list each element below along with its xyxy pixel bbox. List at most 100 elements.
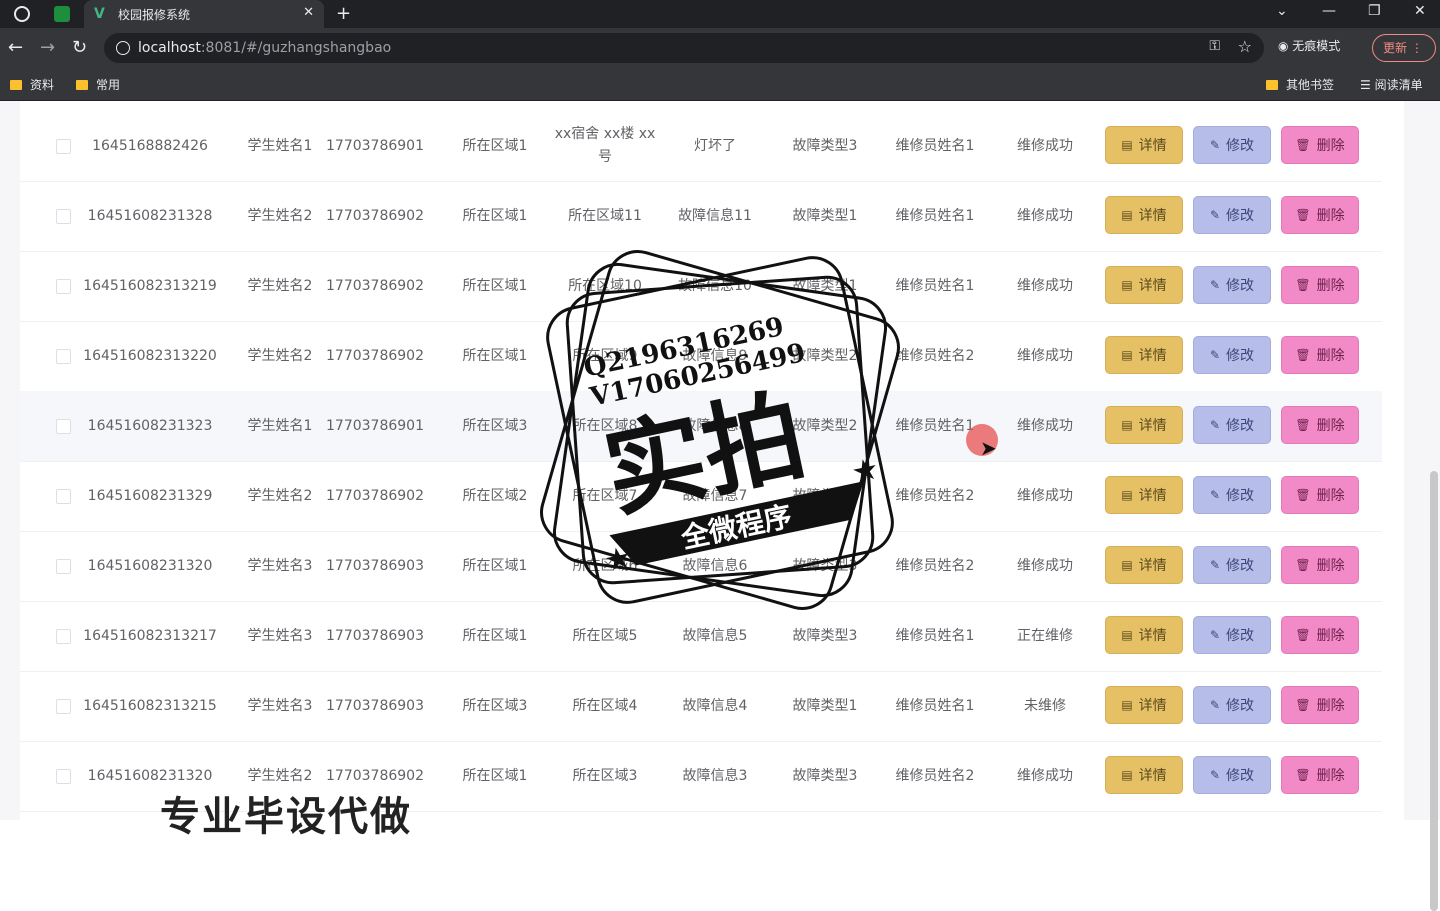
delete-button[interactable]: 🗑 删除: [1281, 266, 1359, 304]
reading-list-icon: ☰: [1360, 78, 1375, 92]
address-bar[interactable]: localhost:8081/#/guzhangshangbao ⚿ ☆: [104, 33, 1264, 63]
edit-button[interactable]: ✎ 修改: [1193, 616, 1271, 654]
edit-button[interactable]: ✎ 修改: [1193, 546, 1271, 584]
delete-button-label: 删除: [1316, 138, 1345, 154]
edit-button[interactable]: ✎ 修改: [1193, 476, 1271, 514]
key-icon[interactable]: ⚿: [1209, 38, 1220, 54]
bookmark-folder[interactable]: 资料: [10, 76, 54, 93]
vue-icon: V: [94, 6, 105, 22]
forward-icon[interactable]: →: [40, 37, 55, 58]
promo-banner: 专业毕设代做: [160, 794, 412, 840]
cell-phone: 17703786903: [326, 557, 424, 574]
trash-icon: 🗑: [1295, 768, 1311, 782]
trash-icon: 🗑: [1295, 698, 1311, 712]
star-icon[interactable]: ☆: [1238, 37, 1252, 56]
row-checkbox[interactable]: [56, 279, 71, 294]
cell-phone: 17703786903: [326, 627, 424, 644]
row-checkbox[interactable]: [56, 559, 71, 574]
delete-button[interactable]: 🗑 删除: [1281, 546, 1359, 584]
cell-fault: 故障信息4: [682, 697, 748, 714]
detail-button[interactable]: ▤ 详情: [1105, 546, 1183, 584]
row-checkbox[interactable]: [56, 629, 71, 644]
detail-button-label: 详情: [1138, 628, 1167, 644]
detail-button[interactable]: ▤ 详情: [1105, 756, 1183, 794]
delete-button[interactable]: 🗑 删除: [1281, 406, 1359, 444]
row-checkbox[interactable]: [56, 349, 71, 364]
row-checkbox[interactable]: [56, 699, 71, 714]
sheets-tab-icon[interactable]: [54, 6, 70, 22]
row-checkbox[interactable]: [56, 419, 71, 434]
detail-button[interactable]: ▤ 详情: [1105, 406, 1183, 444]
cell-name: 学生姓名1: [247, 137, 313, 154]
edit-button-label: 修改: [1226, 698, 1255, 714]
edit-button[interactable]: ✎ 修改: [1193, 756, 1271, 794]
detail-button[interactable]: ▤ 详情: [1105, 196, 1183, 234]
row-checkbox[interactable]: [56, 489, 71, 504]
delete-button-label: 删除: [1316, 628, 1345, 644]
detail-button[interactable]: ▤ 详情: [1105, 266, 1183, 304]
site-info-icon[interactable]: [116, 41, 130, 55]
cell-type: 故障类型3: [792, 137, 858, 154]
delete-button[interactable]: 🗑 删除: [1281, 196, 1359, 234]
cell-id: 164516082313217: [83, 627, 217, 644]
cell-fault: 灯坏了: [694, 137, 736, 154]
document-icon: ▤: [1121, 488, 1133, 502]
new-tab-icon[interactable]: +: [336, 3, 351, 24]
detail-button[interactable]: ▤ 详情: [1105, 616, 1183, 654]
edit-button[interactable]: ✎ 修改: [1193, 196, 1271, 234]
document-icon: ▤: [1121, 418, 1133, 432]
cell-status: 正在维修: [1017, 627, 1073, 644]
bookmarks-bar: 资料 常用 其他书签 ☰ 阅读清单: [0, 68, 1440, 101]
restore-icon[interactable]: ❐: [1368, 3, 1381, 19]
edit-button[interactable]: ✎ 修改: [1193, 686, 1271, 724]
cell-name: 学生姓名2: [247, 277, 313, 294]
incognito-indicator[interactable]: ◉ 无痕模式: [1278, 37, 1340, 54]
tab-search-icon[interactable]: ⌄: [1276, 3, 1288, 19]
delete-button[interactable]: 🗑 删除: [1281, 616, 1359, 654]
detail-button[interactable]: ▤ 详情: [1105, 336, 1183, 374]
row-checkbox[interactable]: [56, 209, 71, 224]
detail-button-label: 详情: [1138, 698, 1167, 714]
edit-button-label: 修改: [1226, 768, 1255, 784]
edit-button[interactable]: ✎ 修改: [1193, 266, 1271, 304]
delete-button[interactable]: 🗑 删除: [1281, 756, 1359, 794]
active-tab[interactable]: V 校园报修系统 ✕: [84, 0, 324, 28]
cell-id: 16451608231329: [87, 487, 213, 504]
update-button[interactable]: 更新 ⋮: [1372, 34, 1436, 62]
back-icon[interactable]: ←: [8, 37, 23, 58]
globe-icon[interactable]: [14, 6, 30, 22]
reading-list[interactable]: ☰ 阅读清单: [1360, 76, 1423, 93]
table-row[interactable]: 1645168882426 学生姓名1 17703786901 所在区域1 xx宿舍 x…: [20, 111, 1382, 182]
cell-id: 16451608231320: [87, 557, 213, 574]
other-bookmarks[interactable]: 其他书签: [1266, 76, 1334, 93]
scrollbar[interactable]: [1430, 471, 1438, 911]
table-row[interactable]: 164516082313215 学生姓名3 17703786903 所在区域3 所在区域…: [20, 671, 1382, 742]
detail-button[interactable]: ▤ 详情: [1105, 686, 1183, 724]
row-checkbox[interactable]: [56, 769, 71, 784]
delete-button-label: 删除: [1316, 768, 1345, 784]
document-icon: ▤: [1121, 208, 1133, 222]
reload-icon[interactable]: ↻: [72, 37, 87, 58]
minimize-icon[interactable]: —: [1322, 3, 1336, 19]
cell-phone: 17703786901: [326, 417, 424, 434]
folder-icon: [76, 80, 88, 90]
delete-button[interactable]: 🗑 删除: [1281, 336, 1359, 374]
detail-button[interactable]: ▤ 详情: [1105, 476, 1183, 514]
edit-button[interactable]: ✎ 修改: [1193, 406, 1271, 444]
row-checkbox[interactable]: [56, 139, 71, 154]
close-tab-icon[interactable]: ✕: [303, 5, 314, 20]
url-text: localhost:8081/#/guzhangshangbao: [138, 40, 392, 56]
delete-button[interactable]: 🗑 删除: [1281, 686, 1359, 724]
delete-button[interactable]: 🗑 删除: [1281, 476, 1359, 514]
incognito-icon: ◉: [1278, 39, 1293, 53]
edit-icon: ✎: [1209, 208, 1221, 222]
close-window-icon[interactable]: ✕: [1414, 3, 1426, 19]
edit-button[interactable]: ✎ 修改: [1193, 336, 1271, 374]
edit-button-label: 修改: [1226, 628, 1255, 644]
delete-button[interactable]: 🗑 删除: [1281, 126, 1359, 164]
cell-phone: 17703786903: [326, 697, 424, 714]
edit-button[interactable]: ✎ 修改: [1193, 126, 1271, 164]
bookmark-folder[interactable]: 常用: [76, 76, 120, 93]
detail-button[interactable]: ▤ 详情: [1105, 126, 1183, 164]
edit-icon: ✎: [1209, 768, 1221, 782]
